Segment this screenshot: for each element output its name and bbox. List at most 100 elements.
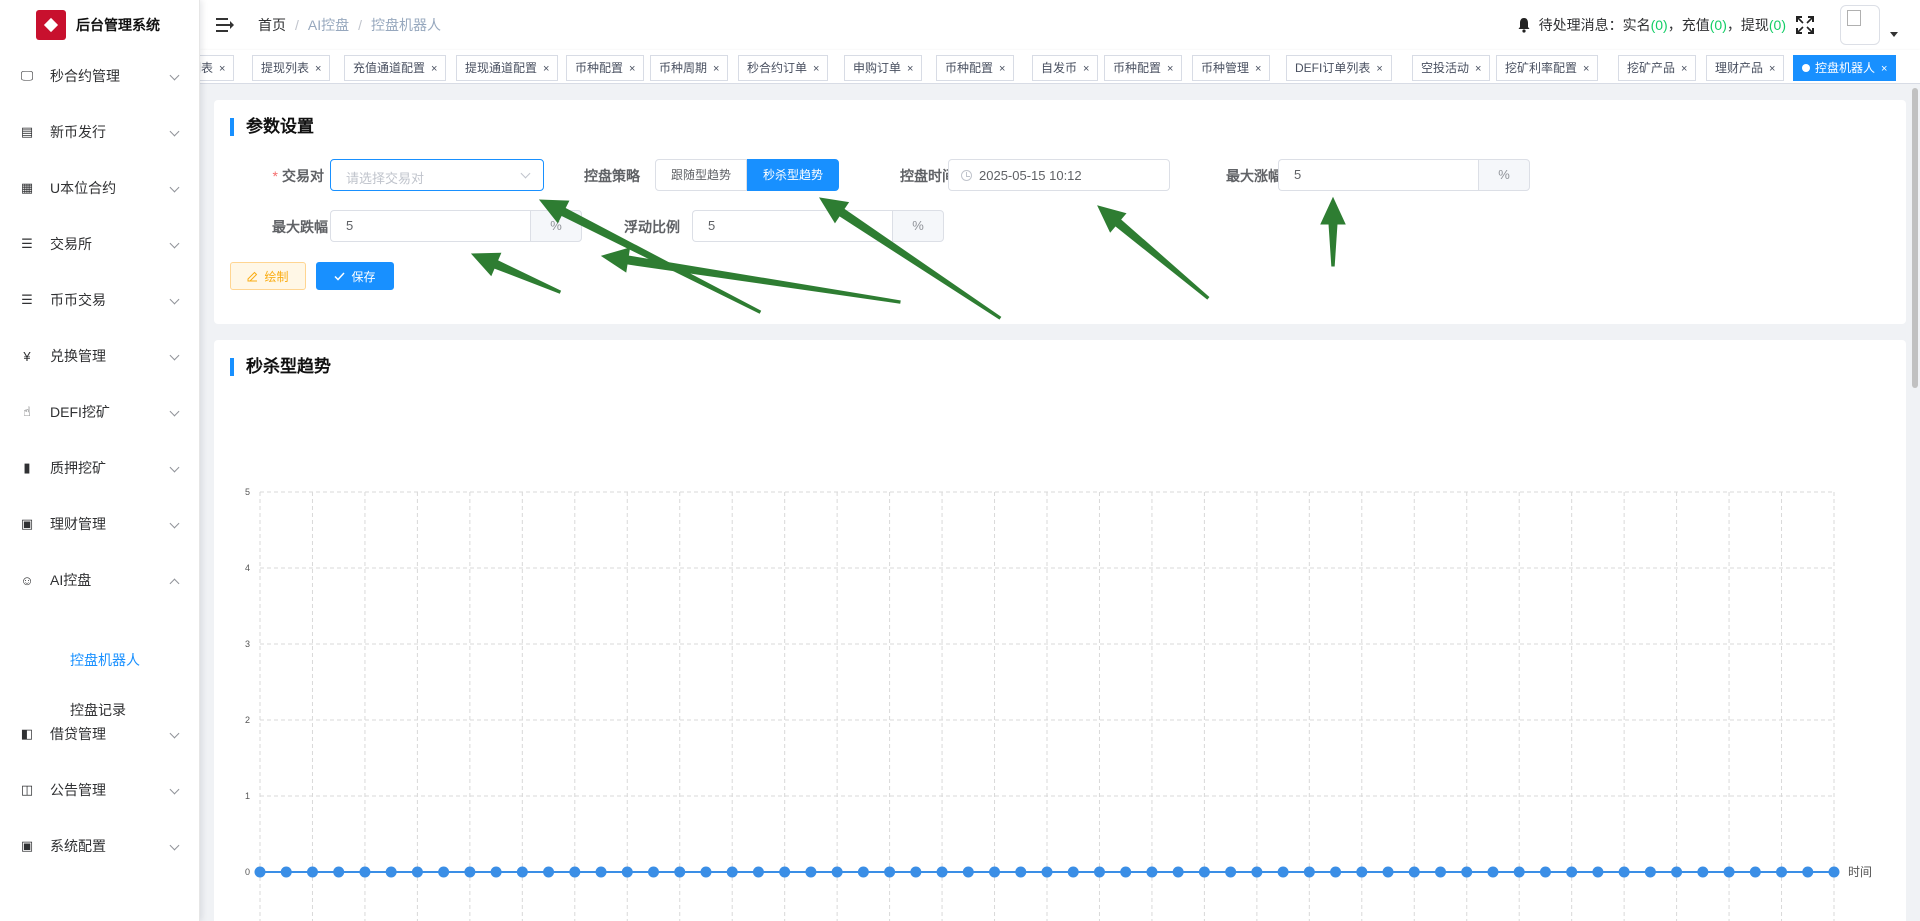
close-icon[interactable]: × — [315, 63, 321, 75]
close-icon[interactable]: × — [907, 63, 913, 75]
tag-label: 提现列表 — [261, 61, 310, 75]
sidebar-item-4[interactable]: ▦ U本位合约 — [0, 160, 199, 216]
close-icon[interactable]: × — [1255, 63, 1261, 75]
data-point — [1198, 866, 1210, 878]
sidebar-item-11[interactable]: ☺ AI控盘 — [0, 552, 199, 608]
draw-button[interactable]: 绘制 — [230, 262, 306, 290]
sidebar-item-10[interactable]: ▣ 理财管理 — [0, 496, 199, 552]
close-icon[interactable]: × — [1681, 63, 1687, 75]
tag-1[interactable]: 列表 × — [200, 55, 235, 81]
sidebar-item-6[interactable]: ☰ 币币交易 — [0, 272, 199, 328]
tag-label: 币种配置 — [945, 61, 994, 75]
tag-9[interactable]: 币种配置 × — [936, 55, 1015, 81]
tag-18[interactable]: 控盘机器人 × — [1793, 55, 1897, 81]
tag-4[interactable]: 提现通道配置 × — [456, 55, 559, 81]
close-icon[interactable]: × — [219, 63, 225, 75]
max-fall-label: 最大跌幅 — [272, 219, 328, 235]
tag-8[interactable]: 申购订单 × — [844, 55, 923, 81]
data-point — [1408, 866, 1420, 878]
check-icon — [334, 271, 346, 281]
max-rise-input-group: 5 % — [1278, 159, 1530, 191]
tag-13[interactable]: DEFI订单列表 × — [1286, 55, 1392, 81]
tag-6[interactable]: 币种周期 × — [650, 55, 729, 81]
tag-17[interactable]: 理财产品 × — [1706, 55, 1785, 81]
header-right: 待处理消息：实名(0)，充值(0)，提现(0) — [1517, 0, 1920, 50]
max-fall-input[interactable]: 5 — [330, 210, 530, 242]
pending-messages[interactable]: 待处理消息：实名(0)，充值(0)，提现(0) — [1539, 15, 1786, 35]
sidebar-item-14[interactable]: ▣ 系统配置 — [0, 818, 199, 874]
close-icon[interactable]: × — [431, 63, 437, 75]
avatar[interactable] — [1840, 5, 1880, 45]
tag-16[interactable]: 挖矿产品 × — [1618, 55, 1697, 81]
close-icon[interactable]: × — [1167, 63, 1173, 75]
data-point — [543, 866, 555, 878]
close-icon[interactable]: × — [999, 63, 1005, 75]
close-icon[interactable]: × — [1881, 63, 1887, 75]
data-point — [411, 866, 423, 878]
tag-11[interactable]: 币种配置 × — [1104, 55, 1183, 81]
sidebar-item-label: 系统配置 — [50, 838, 106, 854]
caret-down-icon[interactable] — [1890, 31, 1898, 37]
close-icon[interactable]: × — [1376, 63, 1382, 75]
tag-15[interactable]: 挖矿利率配置 × — [1496, 55, 1599, 81]
tag-12[interactable]: 币种管理 × — [1192, 55, 1271, 81]
sidebar-subitem-2[interactable]: 控盘记录 — [0, 685, 199, 735]
chevron-down-icon — [169, 294, 180, 305]
data-point — [438, 866, 450, 878]
sidebar-item-8[interactable]: ☝ DEFI挖矿 — [0, 384, 199, 440]
tag-3[interactable]: 充值通道配置 × — [344, 55, 447, 81]
close-icon[interactable]: × — [543, 63, 549, 75]
breadcrumb-home[interactable]: 首页 — [258, 15, 286, 35]
close-icon[interactable]: × — [1083, 63, 1089, 75]
data-point — [1618, 866, 1630, 878]
close-icon[interactable]: × — [629, 63, 635, 75]
tag-10[interactable]: 自发币 × — [1032, 55, 1099, 81]
chevron-down-icon — [520, 168, 531, 179]
sidebar-subitem-1[interactable]: 控盘机器人 — [0, 635, 199, 685]
time-picker[interactable]: 2025-05-15 10:12 — [948, 159, 1170, 191]
data-point — [1513, 866, 1525, 878]
data-point — [962, 866, 974, 878]
sidebar-item-13[interactable]: ◫ 公告管理 — [0, 762, 199, 818]
pair-select[interactable]: 请选择交易对 — [330, 159, 544, 191]
data-point — [1487, 866, 1499, 878]
strategy-follow-button[interactable]: 跟随型趋势 — [655, 159, 748, 191]
data-point — [621, 866, 633, 878]
sidebar-item-9[interactable]: ▮ 质押挖矿 — [0, 440, 199, 496]
tag-7[interactable]: 秒合约订单 × — [738, 55, 829, 81]
close-icon[interactable]: × — [1475, 63, 1481, 75]
float-input[interactable]: 5 — [692, 210, 892, 242]
y-tick-label: 3 — [245, 639, 250, 649]
tag-label: 币种周期 — [659, 61, 708, 75]
fullscreen-icon[interactable] — [1796, 16, 1814, 34]
breadcrumb-ai-control: AI控盘 — [307, 17, 350, 33]
sidebar-item-7[interactable]: ¥ 兑换管理 — [0, 328, 199, 384]
strategy-segmented: 跟随型趋势 秒杀型趋势 — [655, 159, 840, 191]
data-point — [1461, 866, 1473, 878]
sidebar-item-3[interactable]: ▤ 新币发行 — [0, 104, 199, 160]
data-point — [280, 866, 292, 878]
tag-5[interactable]: 币种配置 × — [566, 55, 645, 81]
hamburger-icon[interactable] — [216, 18, 234, 32]
tag-2[interactable]: 提现列表 × — [252, 55, 331, 81]
sidebar-item-2[interactable]: 🖵 秒合约管理 — [0, 48, 199, 104]
tag-label: 控盘机器人 — [1815, 61, 1876, 75]
bell-icon[interactable] — [1517, 17, 1531, 33]
chart-card: 秒杀型趋势 543210-1时间 — [214, 340, 1906, 921]
main-content: 参数设置 * 交易对 请选择交易对 控盘策略 跟随型趋势 秒杀型趋势 控盘时间 2… — [200, 84, 1920, 921]
save-button[interactable]: 保存 — [316, 262, 394, 290]
max-rise-input[interactable]: 5 — [1278, 159, 1478, 191]
close-icon[interactable]: × — [813, 63, 819, 75]
float-input-group: 5 % — [692, 210, 944, 242]
float-label: 浮动比例 — [624, 219, 680, 235]
sidebar-item-5[interactable]: ☰ 交易所 — [0, 216, 199, 272]
list-icon: ☰ — [21, 236, 33, 251]
close-icon[interactable]: × — [1583, 63, 1589, 75]
close-icon[interactable]: × — [1769, 63, 1775, 75]
data-point — [674, 866, 686, 878]
tag-14[interactable]: 空投活动 × — [1412, 55, 1491, 81]
breadcrumb-current: 控盘机器人 — [371, 17, 442, 33]
strategy-spike-button[interactable]: 秒杀型趋势 — [747, 159, 840, 191]
scrollbar[interactable] — [1912, 88, 1918, 388]
close-icon[interactable]: × — [713, 63, 719, 75]
